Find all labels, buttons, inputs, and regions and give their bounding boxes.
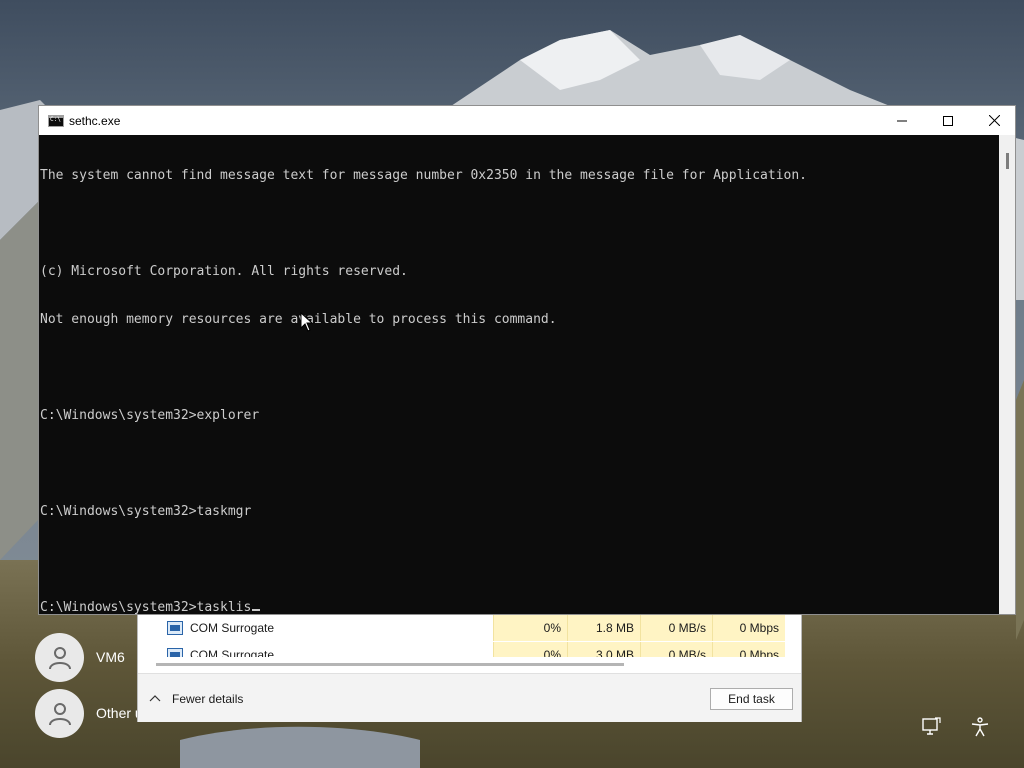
person-icon: [48, 647, 71, 670]
end-task-button[interactable]: End task: [710, 688, 793, 710]
process-list: COM Surrogate 0% 1.8 MB 0 MB/s 0 Mbps CO…: [138, 611, 803, 657]
task-manager-footer: Fewer details End task: [138, 673, 801, 722]
current-input[interactable]: C:\Windows\system32>tasklis: [40, 600, 251, 614]
minimize-icon: [897, 120, 907, 121]
horizontal-scrollbar[interactable]: [156, 663, 624, 666]
vertical-scrollbar[interactable]: [999, 135, 1015, 614]
console-output[interactable]: The system cannot find message text for …: [39, 135, 999, 614]
minimize-button[interactable]: [879, 106, 925, 135]
network-cell: 0 Mbps: [712, 615, 785, 641]
accessibility-icon[interactable]: [969, 716, 991, 738]
cmd-window: sethc.exe The system cannot find message…: [38, 105, 1016, 615]
window-icon: [167, 648, 183, 657]
network-icon[interactable]: [920, 716, 942, 738]
memory-cell: 1.8 MB: [567, 615, 640, 641]
scrollbar-thumb[interactable]: [1006, 153, 1009, 169]
process-name: COM Surrogate: [190, 648, 275, 657]
user-name: VM6: [96, 649, 125, 665]
console-line: C:\Windows\system32>explorer: [40, 408, 260, 423]
memory-cell: 3.0 MB: [567, 642, 640, 657]
close-button[interactable]: [971, 106, 1017, 135]
cpu-cell: 0%: [493, 642, 567, 657]
window-title: sethc.exe: [69, 114, 121, 128]
disk-cell: 0 MB/s: [640, 615, 712, 641]
maximize-button[interactable]: [925, 106, 971, 135]
fewer-details-label: Fewer details: [172, 692, 244, 706]
text-cursor: [252, 609, 261, 611]
cmd-app-icon: [48, 115, 64, 127]
console-line: Not enough memory resources are availabl…: [40, 312, 557, 327]
chevron-up-icon: [149, 695, 161, 702]
maximize-icon: [943, 115, 953, 126]
disk-cell: 0 MB/s: [640, 642, 712, 657]
person-icon: [48, 703, 71, 726]
process-row[interactable]: COM Surrogate 0% 3.0 MB 0 MB/s 0 Mbps: [138, 642, 785, 657]
prompt-line: C:\Windows\system32>tasklis: [40, 600, 999, 614]
process-name: COM Surrogate: [190, 621, 275, 635]
user-tile-vm6[interactable]: VM6: [35, 632, 125, 682]
window-icon: [167, 621, 183, 635]
fewer-details-button[interactable]: Fewer details: [148, 691, 243, 707]
network-cell: 0 Mbps: [712, 642, 785, 657]
title-bar[interactable]: sethc.exe: [39, 106, 1015, 135]
process-row[interactable]: COM Surrogate 0% 1.8 MB 0 MB/s 0 Mbps: [138, 615, 785, 641]
console-line: C:\Windows\system32>taskmgr: [40, 504, 252, 519]
mouse-pointer-icon: [300, 312, 314, 332]
console-line: The system cannot find message text for …: [40, 168, 808, 183]
task-manager-window: COM Surrogate 0% 1.8 MB 0 MB/s 0 Mbps CO…: [137, 600, 802, 722]
cpu-cell: 0%: [493, 615, 567, 641]
close-icon: [988, 115, 1000, 126]
user-avatar: [35, 632, 84, 682]
console-line: (c) Microsoft Corporation. All rights re…: [40, 264, 408, 279]
user-avatar: [35, 688, 84, 738]
